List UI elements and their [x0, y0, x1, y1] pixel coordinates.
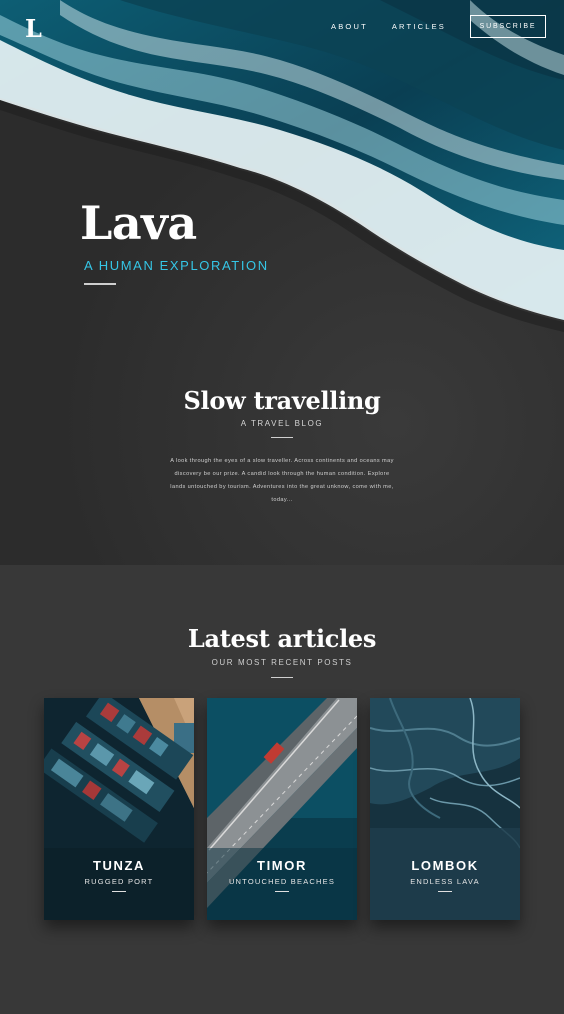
hero-section: L ABOUT ARTICLES SUBSCRIBE Lava A HUMAN …: [0, 0, 564, 565]
article-card-lombok[interactable]: LOMBOK ENDLESS LAVA: [370, 698, 520, 920]
hero-subtitle: A HUMAN EXPLORATION: [84, 258, 269, 273]
top-nav: ABOUT ARTICLES SUBSCRIBE: [331, 15, 546, 38]
article-card-timor[interactable]: TIMOR UNTOUCHED BEACHES: [207, 698, 357, 920]
port-aerial-image: [44, 698, 194, 920]
nav-about-link[interactable]: ABOUT: [331, 22, 368, 31]
section-divider: [271, 677, 293, 678]
card-subtitle: RUGGED PORT: [84, 877, 154, 886]
subscribe-button[interactable]: SUBSCRIBE: [470, 15, 546, 38]
card-divider: [112, 891, 126, 892]
intro-divider: [271, 437, 293, 438]
card-subtitle: UNTOUCHED BEACHES: [228, 877, 336, 886]
section-subtitle: OUR MOST RECENT POSTS: [211, 658, 353, 667]
intro-paragraph: A look through the eyes of a slow travel…: [170, 458, 394, 503]
intro-title: Slow travelling: [183, 386, 381, 415]
card-divider: [275, 891, 289, 892]
card-divider: [438, 891, 452, 892]
logo[interactable]: L: [25, 14, 42, 43]
intro-block: Slow travelling A TRAVEL BLOG A look thr…: [0, 386, 564, 507]
card-subtitle: ENDLESS LAVA: [410, 877, 480, 886]
section-title: Latest articles: [187, 624, 377, 653]
card-title: TUNZA: [92, 858, 146, 873]
card-title: LOMBOK: [411, 858, 479, 873]
intro-subtitle: A TRAVEL BLOG: [240, 419, 324, 428]
causeway-aerial-image: [207, 698, 357, 920]
latest-articles-section: Latest articles OUR MOST RECENT POSTS TU…: [0, 565, 564, 1014]
hero-title: Lava: [80, 196, 197, 250]
article-card-tunza[interactable]: TUNZA RUGGED PORT: [44, 698, 194, 920]
card-title: TIMOR: [257, 858, 307, 873]
hero-divider: [84, 283, 116, 285]
nav-articles-link[interactable]: ARTICLES: [392, 22, 446, 31]
lava-texture-image: [370, 698, 520, 920]
